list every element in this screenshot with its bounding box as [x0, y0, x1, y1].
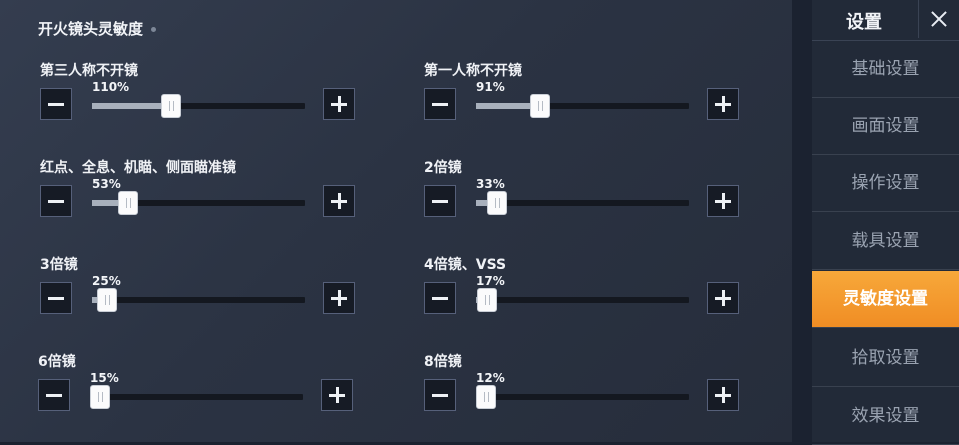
- setting-label: 6倍镜: [38, 354, 76, 370]
- setting-label: 红点、全息、机瞄、侧面瞄准镜: [40, 160, 236, 176]
- slider-thumb[interactable]: [487, 191, 507, 215]
- slider-track[interactable]: [476, 191, 689, 215]
- setting-label: 3倍镜: [40, 257, 78, 273]
- sidebar-item-sensitivity[interactable]: 灵敏度设置: [812, 271, 959, 328]
- setting-2x-scope: 2倍镜 33%: [424, 157, 764, 252]
- setting-value: 110%: [92, 80, 130, 94]
- slider-thumb[interactable]: [97, 288, 117, 312]
- info-dot-icon: [151, 27, 157, 32]
- decrease-button[interactable]: [38, 379, 70, 411]
- slider-track[interactable]: [92, 288, 305, 312]
- slider-track[interactable]: [476, 288, 689, 312]
- slider-fill: [92, 103, 171, 109]
- decrease-button[interactable]: [424, 88, 456, 120]
- setting-6x-scope: 6倍镜 15%: [38, 351, 378, 442]
- increase-button[interactable]: [321, 379, 353, 411]
- decrease-button[interactable]: [424, 379, 456, 411]
- decrease-button[interactable]: [40, 282, 72, 314]
- increase-button[interactable]: [707, 379, 739, 411]
- close-icon[interactable]: [918, 0, 959, 38]
- decrease-button[interactable]: [40, 185, 72, 217]
- settings-sidebar: 设置 基础设置 画面设置 操作设置 载具设置 灵敏度设置 拾取设置 效果设置: [812, 0, 959, 445]
- setting-value: 53%: [92, 177, 121, 191]
- increase-button[interactable]: [323, 282, 355, 314]
- setting-label: 8倍镜: [424, 354, 462, 370]
- sidebar-item-vehicle[interactable]: 载具设置: [812, 213, 959, 270]
- decrease-button[interactable]: [40, 88, 72, 120]
- setting-first-person-no-scope: 第一人称不开镜 91%: [424, 60, 764, 155]
- setting-3x-scope: 3倍镜 25%: [40, 254, 380, 349]
- slider-thumb[interactable]: [530, 94, 550, 118]
- setting-value: 33%: [476, 177, 505, 191]
- setting-label: 4倍镜、VSS: [424, 257, 507, 273]
- slider-track[interactable]: [90, 385, 303, 409]
- setting-value: 17%: [476, 274, 505, 288]
- decrease-button[interactable]: [424, 185, 456, 217]
- setting-third-person-no-scope: 第三人称不开镜 110%: [40, 60, 380, 155]
- setting-value: 15%: [90, 371, 119, 385]
- setting-value: 25%: [92, 274, 121, 288]
- increase-button[interactable]: [707, 88, 739, 120]
- sidebar-header: 设置: [812, 0, 959, 41]
- decrease-button[interactable]: [424, 282, 456, 314]
- setting-4x-scope-vss: 4倍镜、VSS 17%: [424, 254, 764, 349]
- setting-label: 2倍镜: [424, 160, 462, 176]
- sidebar-item-controls[interactable]: 操作设置: [812, 155, 959, 212]
- slider-thumb[interactable]: [161, 94, 181, 118]
- setting-label: 第三人称不开镜: [40, 63, 138, 79]
- setting-red-dot-holo: 红点、全息、机瞄、侧面瞄准镜 53%: [40, 157, 380, 252]
- section-title: 开火镜头灵敏度: [38, 18, 157, 39]
- increase-button[interactable]: [323, 88, 355, 120]
- setting-8x-scope: 8倍镜 12%: [424, 351, 764, 442]
- setting-value: 91%: [476, 80, 505, 94]
- sidebar-item-pickup[interactable]: 拾取设置: [812, 330, 959, 387]
- increase-button[interactable]: [707, 185, 739, 217]
- slider-track[interactable]: [476, 385, 689, 409]
- increase-button[interactable]: [707, 282, 739, 314]
- increase-button[interactable]: [323, 185, 355, 217]
- slider-track[interactable]: [92, 94, 305, 118]
- slider-thumb[interactable]: [118, 191, 138, 215]
- sensitivity-panel: 开火镜头灵敏度 第三人称不开镜 110% 第一人称不开镜 91% 红点、全息、机…: [0, 0, 792, 442]
- slider-thumb[interactable]: [476, 385, 496, 409]
- sidebar-item-basic[interactable]: 基础设置: [812, 41, 959, 98]
- sidebar-item-effects[interactable]: 效果设置: [812, 388, 959, 445]
- slider-thumb[interactable]: [90, 385, 110, 409]
- section-title-text: 开火镜头灵敏度: [38, 20, 144, 38]
- slider-track[interactable]: [476, 94, 689, 118]
- setting-label: 第一人称不开镜: [424, 63, 522, 79]
- sidebar-title: 设置: [846, 12, 882, 33]
- slider-track[interactable]: [92, 191, 305, 215]
- slider-thumb[interactable]: [477, 288, 497, 312]
- setting-value: 12%: [476, 371, 505, 385]
- sidebar-item-graphics[interactable]: 画面设置: [812, 98, 959, 155]
